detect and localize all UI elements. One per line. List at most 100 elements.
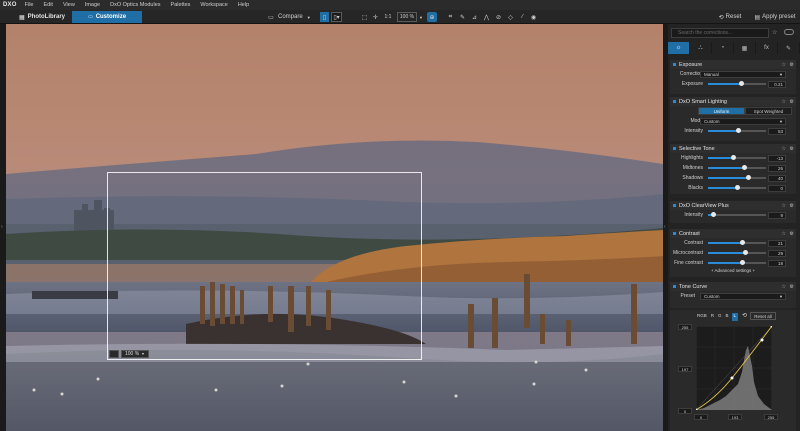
microcontrast-value[interactable]: 29 (768, 249, 786, 257)
channel-g[interactable]: G (717, 313, 723, 321)
exposure-header[interactable]: Exposure ☆ ⚙ (670, 60, 796, 69)
exposure-value[interactable]: 0.21 (768, 80, 786, 88)
midtones-slider[interactable] (708, 165, 766, 170)
uniform-button[interactable]: Uniform (698, 107, 745, 115)
intensity-slider[interactable] (708, 128, 766, 133)
star-icon[interactable]: ☆ (772, 29, 777, 36)
contrast-slider[interactable] (708, 240, 766, 245)
reset-icon[interactable]: ⟲ (742, 312, 747, 319)
highlights-value[interactable]: -13 (768, 154, 786, 162)
correction-select[interactable]: Manual ▼ (700, 70, 786, 78)
enable-dot[interactable] (673, 232, 676, 235)
enable-dot[interactable] (673, 100, 676, 103)
star-icon[interactable]: ☆ (782, 284, 786, 290)
compare-button[interactable]: Compare ▼ (278, 12, 311, 22)
loupe-frame[interactable] (107, 172, 422, 360)
star-icon[interactable]: ☆ (782, 99, 786, 105)
zoom-magnifier-icon[interactable]: ⊕ (427, 12, 437, 22)
single-view-button[interactable]: ▯ (320, 12, 329, 22)
contrast-header[interactable]: Contrast ☆ ⚙ (670, 229, 796, 238)
tone-curve-header[interactable]: Tone Curve ☆ ⚙ (670, 282, 796, 291)
enable-dot[interactable] (673, 204, 676, 207)
clearview-intensity-slider[interactable] (708, 212, 766, 217)
zoom-value-field[interactable]: 100 % (397, 12, 417, 22)
loupe-zoom-select[interactable]: 100 % ▼ (121, 350, 149, 358)
channel-r[interactable]: R (710, 313, 715, 321)
enable-dot[interactable] (673, 63, 676, 66)
fit-screen-icon[interactable]: ⬚ (360, 12, 369, 22)
shadows-value[interactable]: 40 (768, 174, 786, 182)
move-icon[interactable]: ✛ (371, 12, 380, 22)
repair-icon[interactable]: ⊘ (494, 12, 503, 22)
clearview-header[interactable]: DxO ClearView Plus ☆ ⚙ (670, 201, 796, 210)
smart-lighting-header[interactable]: DxO Smart Lighting ☆ ⚙ (670, 97, 796, 106)
spot-weighted-button[interactable]: Spot Weighted (745, 107, 792, 115)
enable-dot[interactable] (673, 285, 676, 288)
channel-l[interactable]: L (731, 313, 739, 321)
curve-y-mid[interactable]: 197 (678, 366, 692, 372)
menu-file[interactable]: File (25, 2, 34, 8)
zoom-one-to-one-button[interactable]: 1:1 (382, 12, 394, 22)
fine-contrast-value[interactable]: 18 (768, 259, 786, 267)
star-icon[interactable]: ☆ (782, 146, 786, 152)
menu-palettes[interactable]: Palettes (171, 2, 191, 8)
menu-image[interactable]: Image (85, 2, 100, 8)
brush-icon[interactable]: ∕ (518, 12, 527, 22)
crop-icon[interactable]: ⌗ (446, 12, 455, 22)
channel-b[interactable]: B (725, 313, 730, 321)
split-view-button[interactable]: ▯▾ (331, 12, 342, 22)
tab-light[interactable]: ☼ (668, 42, 690, 54)
search-input[interactable]: Search the corrections... (671, 28, 769, 38)
menu-workspace[interactable]: Workspace (200, 2, 227, 8)
enable-dot[interactable] (673, 147, 676, 150)
gear-icon[interactable]: ⚙ (790, 284, 794, 290)
menu-view[interactable]: View (63, 2, 75, 8)
contrast-value[interactable]: 21 (768, 239, 786, 247)
gear-icon[interactable]: ⚙ (790, 231, 794, 237)
preset-select[interactable]: Custom ▼ (700, 292, 786, 300)
shadows-slider[interactable] (708, 175, 766, 180)
selective-tone-header[interactable]: Selective Tone ☆ ⚙ (670, 144, 796, 153)
gear-icon[interactable]: ⚙ (790, 62, 794, 68)
blacks-value[interactable]: 0 (768, 184, 786, 192)
compare-icon[interactable]: ▭ (266, 12, 276, 22)
curve-point[interactable] (760, 338, 764, 342)
menu-optics-modules[interactable]: DxO Optics Modules (110, 2, 160, 8)
clearview-intensity-value[interactable]: 9 (768, 211, 786, 219)
blacks-slider[interactable] (708, 185, 766, 190)
loupe-pin-icon[interactable] (109, 350, 119, 358)
tab-photolibrary[interactable]: ▦ PhotoLibrary (10, 11, 74, 23)
gear-icon[interactable]: ⚙ (790, 203, 794, 209)
tab-color[interactable]: ⛬ (690, 42, 712, 54)
fine-contrast-slider[interactable] (708, 260, 766, 265)
apply-preset-button[interactable]: ▤ Apply preset (750, 12, 800, 22)
tab-geometry[interactable]: ▦ (734, 42, 756, 54)
exposure-slider[interactable] (708, 81, 766, 86)
star-icon[interactable]: ☆ (782, 62, 786, 68)
gear-icon[interactable]: ⚙ (790, 146, 794, 152)
midtones-value[interactable]: 26 (768, 164, 786, 172)
tab-customize[interactable]: ▭ Customize (72, 11, 142, 23)
image-viewer[interactable]: 100 % ▼ (6, 24, 663, 431)
tab-effects[interactable]: fx (756, 42, 778, 54)
local-adjustments-icon[interactable]: ◇ (506, 12, 515, 22)
filter-toggle[interactable] (784, 29, 794, 35)
tone-curve-graph[interactable] (696, 326, 772, 410)
gear-icon[interactable]: ⚙ (790, 99, 794, 105)
perspective-icon[interactable]: ⋀ (482, 12, 491, 22)
star-icon[interactable]: ☆ (782, 231, 786, 237)
menu-edit[interactable]: Edit (43, 2, 52, 8)
eye-icon[interactable]: ◉ (529, 12, 538, 22)
mode-select[interactable]: Custom ▼ (700, 117, 786, 125)
channel-rgb[interactable]: RGB (696, 313, 708, 321)
intensity-value[interactable]: 53 (768, 127, 786, 135)
curve-x-mid[interactable]: 193 (728, 414, 742, 420)
tab-local[interactable]: ✎ (778, 42, 800, 54)
tab-detail[interactable]: ◔ (712, 42, 734, 54)
reset-all-button[interactable]: Reset all (750, 312, 776, 320)
curve-y-bottom[interactable]: 0 (678, 408, 692, 414)
curve-y-top[interactable]: 255 (678, 324, 692, 330)
highlights-slider[interactable] (708, 155, 766, 160)
horizon-icon[interactable]: ⊿ (470, 12, 479, 22)
advanced-settings-link[interactable]: + Advanced settings + (670, 268, 796, 276)
